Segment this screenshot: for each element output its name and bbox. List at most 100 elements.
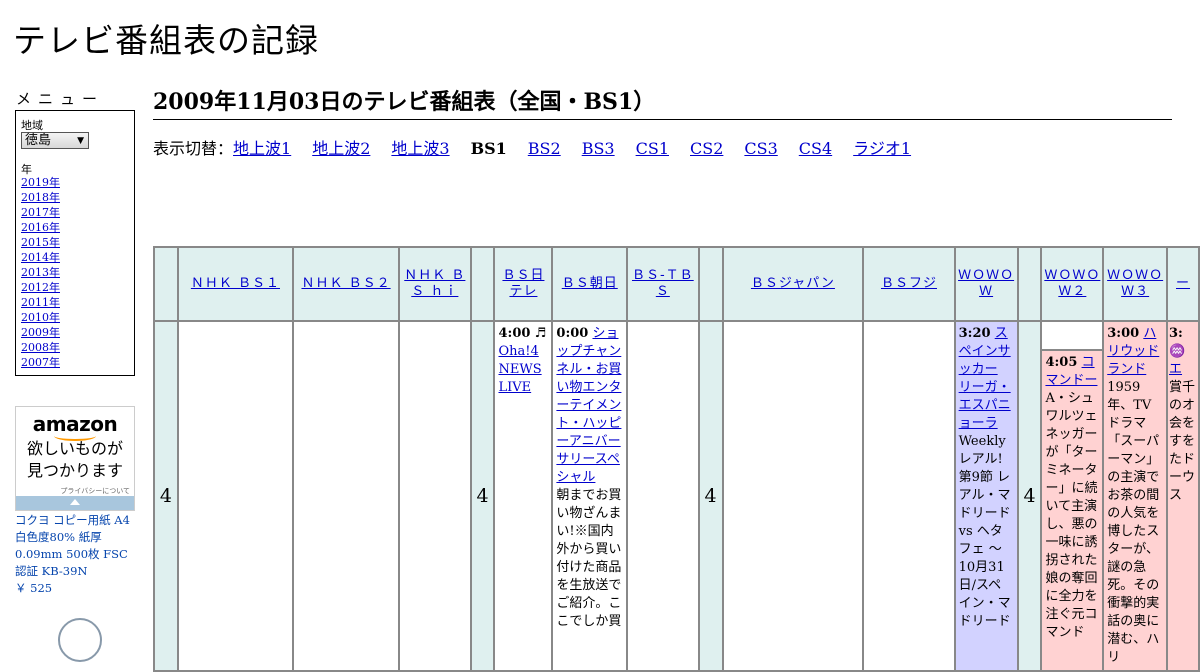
chevron-down-icon: ▼ (77, 136, 84, 146)
region-select[interactable]: 徳島 ▼ (21, 132, 89, 149)
channel-header: ＷＯＷＯＷ (953, 246, 1019, 322)
page-title: 2009年11月03日のテレビ番組表（全国・BS1） (153, 84, 1172, 120)
ad-text-line2: 見つかります (26, 461, 123, 480)
program-time: 3: (1169, 326, 1183, 341)
hour-header (697, 246, 724, 322)
year-link[interactable]: 2008年 (21, 341, 60, 354)
channel-header: ＮＨＫ ＢＳ２ (291, 246, 401, 322)
channel-link[interactable]: ＮＨＫ ＢＳ１ (191, 276, 280, 291)
ad-text-line1: 欲しいものが (26, 439, 123, 458)
product-image[interactable] (58, 618, 102, 662)
program-cell: 0:00 ショップチャンネル・お買い物エンターテイメント・ハッピーアニバーサリー… (551, 320, 629, 672)
music-note-icon: ♬ (534, 326, 547, 341)
view-switcher: 表示切替：地上波1 地上波2 地上波3 BS1 BS2 BS3 CS1 CS2 CS3 CS4 ラジ… (153, 135, 932, 159)
program-cell: 3:00 ハリウッドランド 1959年、TVドラマ「スーパーマン」の主演でお茶の… (1102, 320, 1169, 672)
program-description: 賞千のオ会をすをたドーウス (1169, 380, 1196, 503)
switcher-link-bs2[interactable]: BS2 (528, 139, 561, 158)
program-cell: 4:05 コマンドー A・シュワルツェネッガーが「ターミネーター」に続いて主演し… (1040, 320, 1105, 672)
year-link[interactable]: 2012年 (21, 281, 60, 294)
program-cell-empty (626, 320, 700, 672)
switcher-link-cs2[interactable]: CS2 (690, 139, 723, 158)
program-cell-empty (862, 320, 956, 672)
channel-header-row: ＮＨＫ ＢＳ１ ＮＨＫ ＢＳ２ ＮＨＫ ＢＳ ｈｉ ＢＳ日テレ ＢＳ朝日 ＢＳ-… (153, 246, 1200, 322)
channel-link[interactable]: ＷＯＷＯＷ２ (1044, 268, 1100, 299)
channel-header: ＢＳジャパン (721, 246, 865, 322)
program-cell-empty (176, 320, 294, 672)
site-title: テレビ番組表の記録 (13, 21, 319, 60)
program-cell-empty (291, 320, 401, 672)
ad-text: 欲しいものが 見つかります (16, 438, 134, 482)
program-time: 3:00 (1107, 326, 1140, 341)
channel-header: ＢＳ-ＴＢＳ (626, 246, 700, 322)
year-link[interactable]: 2015年 (21, 236, 60, 249)
product-name: コクヨ コピー用紙 A4 白色度80% 紙厚0.09mm 500枚 FSC認証 … (15, 513, 130, 578)
year-link[interactable]: 2014年 (21, 251, 60, 264)
hour-header (1016, 246, 1043, 322)
hour-cell: 4 (1016, 320, 1043, 672)
region-value: 徳島 (25, 133, 52, 148)
channel-link[interactable]: ＮＨＫ ＢＳ ｈｉ (404, 268, 465, 299)
channel-header: ー (1166, 246, 1200, 322)
hour-header (153, 246, 179, 322)
channel-link[interactable]: ＮＨＫ ＢＳ２ (301, 276, 390, 291)
year-link[interactable]: 2011年 (21, 296, 60, 309)
year-link[interactable]: 2007年 (21, 356, 60, 369)
channel-header: ＢＳ朝日 (551, 246, 629, 322)
year-link[interactable]: 2013年 (21, 266, 60, 279)
channel-link[interactable]: ＢＳ-ＴＢＳ (632, 268, 694, 299)
year-link[interactable]: 2009年 (21, 326, 60, 339)
switcher-link-bs3[interactable]: BS3 (582, 139, 615, 158)
program-title-link[interactable]: エ (1169, 362, 1182, 377)
program-description: A・シュワルツェネッガーが「ターミネーター」に続いて主演し、悪の一味に誘拐された… (1045, 391, 1098, 640)
program-title-link[interactable]: スペインサッカー リーガ・エスパニョーラ (959, 326, 1011, 431)
channel-link[interactable]: ＢＳフジ (881, 276, 937, 291)
switcher-link-radio1[interactable]: ラジオ1 (853, 139, 911, 158)
channel-link[interactable]: ＢＳ日テレ (502, 268, 544, 299)
switcher-link-terrestrial2[interactable]: 地上波2 (312, 139, 370, 158)
channel-link[interactable]: ＢＳ朝日 (562, 276, 618, 291)
year-list: 2019年 2018年 2017年 2016年 2015年 2014年 2013… (21, 175, 60, 370)
program-cell-empty (721, 320, 865, 672)
program-description: 朝までお買い物ざんまい!※国内外から買い付けた商品を生放送でご紹介。ここでしか買 (556, 488, 622, 629)
program-time: 4:05 (1045, 355, 1078, 370)
channel-link[interactable]: ＷＯＷＯＷ３ (1107, 268, 1163, 299)
program-time: 3:20 (958, 326, 991, 341)
menu-box: 地域 徳島 ▼ 年 2019年 2018年 2017年 2016年 2015年 … (15, 110, 135, 376)
ad-collapse-bar[interactable] (16, 496, 134, 510)
program-icon: ♒ (1169, 344, 1186, 359)
amazon-ad[interactable]: amazon 欲しいものが 見つかります プライバシーについて (15, 406, 135, 511)
product-link[interactable]: コクヨ コピー用紙 A4 白色度80% 紙厚0.09mm 500枚 FSC認証 … (15, 512, 137, 597)
switcher-current-bs1: BS1 (470, 139, 507, 158)
hour-cell: 4 (153, 320, 179, 672)
channel-link[interactable]: ー (1176, 276, 1190, 291)
year-link[interactable]: 2019年 (21, 176, 60, 189)
year-link[interactable]: 2010年 (21, 311, 60, 324)
year-link[interactable]: 2017年 (21, 206, 60, 219)
hour-header (469, 246, 496, 322)
program-title-link[interactable]: ショップチャンネル・お買い物エンターテイメント・ハッピーアニバーサリースペシャル (556, 326, 621, 485)
hour-row: 4 4 4:00 ♬ Oha!4 NEWS LIVE 0:00 ショップチャンネ… (153, 320, 1200, 672)
program-grid: ＮＨＫ ＢＳ１ ＮＨＫ ＢＳ２ ＮＨＫ ＢＳ ｈｉ ＢＳ日テレ ＢＳ朝日 ＢＳ-… (153, 246, 1200, 672)
menu-heading: メニュー (16, 90, 105, 108)
program-cell: 4:00 ♬ Oha!4 NEWS LIVE (493, 320, 554, 672)
program-description: 1959年、TVドラマ「スーパーマン」の主演でお茶の間の人気を博したスターが、謎… (1107, 380, 1160, 665)
program-description: Weeklyレアル! 第9節 レアル・マドリード vs ヘタフェ ～10月31日… (958, 434, 1011, 629)
year-link[interactable]: 2018年 (21, 191, 60, 204)
year-link[interactable]: 2016年 (21, 221, 60, 234)
hour-cell: 4 (697, 320, 724, 672)
program-time: 0:00 (556, 326, 589, 341)
switcher-link-terrestrial3[interactable]: 地上波3 (391, 139, 449, 158)
program-title-link[interactable]: Oha!4 NEWS LIVE (498, 344, 541, 395)
program-cell: 3: ♒ エ 賞千のオ会をすをたドーウス (1166, 320, 1200, 672)
ad-privacy-link[interactable]: プライバシーについて (60, 486, 130, 496)
channel-link[interactable]: ＢＳジャパン (751, 276, 835, 291)
channel-link[interactable]: ＷＯＷＯＷ (958, 268, 1014, 299)
program-gap (1042, 322, 1103, 351)
channel-header: ＢＳフジ (862, 246, 956, 322)
switcher-link-cs3[interactable]: CS3 (744, 139, 777, 158)
switcher-link-cs4[interactable]: CS4 (799, 139, 832, 158)
switcher-link-terrestrial1[interactable]: 地上波1 (233, 139, 291, 158)
program-cell-empty (398, 320, 472, 672)
switcher-link-cs1[interactable]: CS1 (636, 139, 669, 158)
channel-header: ＮＨＫ ＢＳ１ (176, 246, 294, 322)
